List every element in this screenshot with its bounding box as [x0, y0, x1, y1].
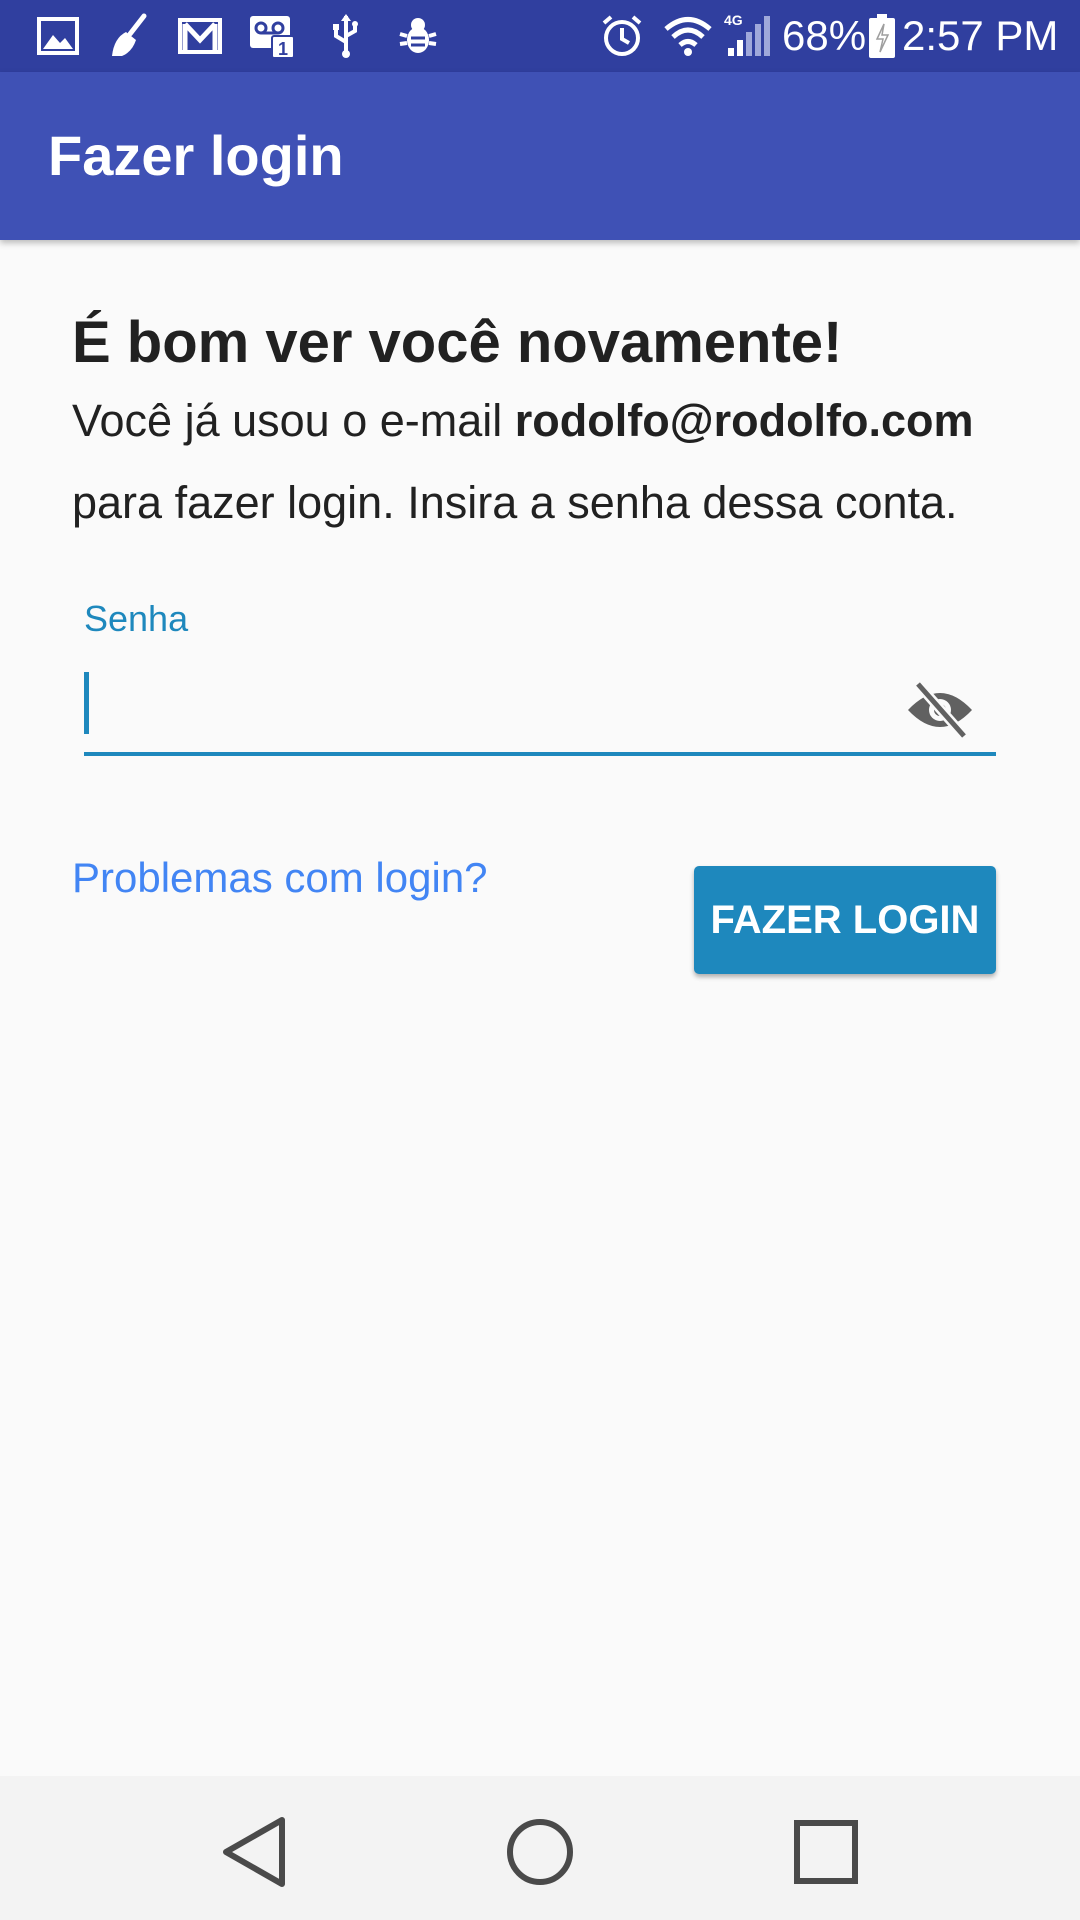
bug-icon	[399, 18, 437, 53]
home-icon[interactable]	[500, 1812, 580, 1892]
password-field[interactable]	[84, 660, 996, 756]
battery-icon	[869, 14, 895, 58]
password-label: Senha	[84, 598, 189, 639]
gmail-icon	[178, 18, 222, 54]
image-icon	[37, 17, 79, 55]
navigation-bar	[0, 1776, 1080, 1920]
login-button[interactable]: FAZER LOGIN	[694, 866, 996, 974]
message-suffix: para fazer login. Insira a senha dessa c…	[72, 477, 958, 528]
signal-icon	[728, 16, 770, 56]
account-email: rodolfo@rodolfo.com	[514, 395, 974, 446]
app-bar: Fazer login	[0, 72, 1080, 240]
recents-icon[interactable]	[786, 1812, 866, 1892]
message-prefix: Você já usou o e-mail	[72, 395, 515, 446]
page-title: Fazer login	[48, 124, 344, 187]
welcome-heading: É bom ver você novamente!	[72, 310, 843, 375]
back-icon[interactable]	[214, 1812, 294, 1892]
status-bar: 1 4G 68% 2:57 PM	[0, 0, 1080, 72]
account-message: Você já usou o e-mail rodolfo@rodolfo.co…	[72, 380, 1032, 544]
eye-off-icon[interactable]	[904, 674, 976, 746]
broom-icon	[112, 13, 147, 56]
password-input[interactable]	[84, 668, 896, 738]
svg-text:1: 1	[278, 39, 288, 59]
wifi-icon	[664, 17, 712, 56]
status-time: 2:57 PM	[902, 12, 1059, 59]
alarm-icon	[602, 15, 642, 56]
trouble-login-link[interactable]: Problemas com login?	[72, 852, 488, 904]
battery-percent: 68%	[782, 12, 867, 59]
voicemail-icon: 1	[250, 16, 295, 59]
usb-icon	[333, 14, 358, 58]
